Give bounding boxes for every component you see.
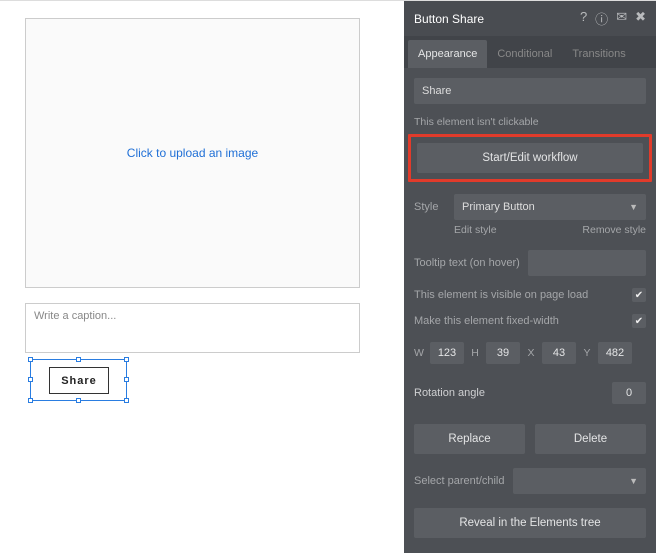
panel-title: Button Share	[414, 12, 484, 26]
tooltip-label: Tooltip text (on hover)	[414, 257, 520, 269]
resize-handle[interactable]	[124, 398, 129, 403]
remove-style-link[interactable]: Remove style	[582, 224, 646, 236]
comment-icon[interactable]: ✉	[616, 9, 627, 28]
info-icon[interactable]: ⓘ	[595, 9, 608, 28]
fixed-width-checkbox[interactable]: ✔	[632, 314, 646, 328]
x-input[interactable]: 43	[542, 342, 576, 364]
share-button-element[interactable]: Share	[49, 367, 109, 394]
resize-handle[interactable]	[28, 357, 33, 362]
element-name-input[interactable]: Share	[414, 78, 646, 104]
workflow-highlight: Start/Edit workflow	[408, 134, 652, 182]
visible-on-load-label: This element is visible on page load	[414, 289, 588, 301]
tooltip-input[interactable]	[528, 250, 646, 276]
caption-input[interactable]: Write a caption...	[25, 303, 360, 353]
resize-handle[interactable]	[124, 357, 129, 362]
caption-placeholder: Write a caption...	[34, 310, 116, 322]
style-label: Style	[414, 201, 446, 213]
panel-tabs: Appearance Conditional Transitions	[404, 36, 656, 68]
y-label: Y	[582, 347, 592, 359]
close-icon[interactable]: ✖	[635, 9, 646, 28]
not-clickable-note: This element isn't clickable	[414, 116, 646, 128]
w-input[interactable]: 123	[430, 342, 464, 364]
h-label: H	[470, 347, 480, 359]
w-label: W	[414, 347, 424, 359]
resize-handle[interactable]	[28, 377, 33, 382]
dimensions-row: W 123 H 39 X 43 Y 482	[414, 342, 646, 364]
visible-on-load-checkbox[interactable]: ✔	[632, 288, 646, 302]
property-panel: Button Share ? ⓘ ✉ ✖ Appearance Conditio…	[404, 1, 656, 553]
reveal-in-elements-tree-button[interactable]: Reveal in the Elements tree	[414, 508, 646, 538]
rotation-label: Rotation angle	[414, 387, 485, 399]
tab-appearance[interactable]: Appearance	[408, 40, 487, 68]
y-input[interactable]: 482	[598, 342, 632, 364]
chevron-down-icon: ▼	[629, 202, 638, 212]
panel-body: Share This element isn't clickable Start…	[404, 68, 656, 548]
resize-handle[interactable]	[28, 398, 33, 403]
upload-prompt: Click to upload an image	[127, 146, 258, 160]
resize-handle[interactable]	[76, 398, 81, 403]
tab-transitions[interactable]: Transitions	[562, 40, 635, 68]
share-button-label: Share	[61, 375, 97, 387]
resize-handle[interactable]	[76, 357, 81, 362]
select-parent-child-label: Select parent/child	[414, 475, 505, 487]
chevron-down-icon: ▼	[629, 476, 638, 486]
fixed-width-label: Make this element fixed-width	[414, 315, 559, 327]
image-upload-box[interactable]: Click to upload an image	[25, 18, 360, 288]
resize-handle[interactable]	[124, 377, 129, 382]
rotation-input[interactable]: 0	[612, 382, 646, 404]
h-input[interactable]: 39	[486, 342, 520, 364]
replace-button[interactable]: Replace	[414, 424, 525, 454]
panel-header: Button Share ? ⓘ ✉ ✖	[404, 1, 656, 36]
help-icon[interactable]: ?	[580, 9, 587, 28]
start-edit-workflow-button[interactable]: Start/Edit workflow	[417, 143, 643, 173]
edit-style-link[interactable]: Edit style	[454, 224, 497, 236]
style-dropdown[interactable]: Primary Button ▼	[454, 194, 646, 220]
delete-button[interactable]: Delete	[535, 424, 646, 454]
editor-canvas: Click to upload an image Write a caption…	[0, 1, 395, 553]
tab-conditional[interactable]: Conditional	[487, 40, 562, 68]
x-label: X	[526, 347, 536, 359]
select-parent-child-dropdown[interactable]: ▼	[513, 468, 647, 494]
